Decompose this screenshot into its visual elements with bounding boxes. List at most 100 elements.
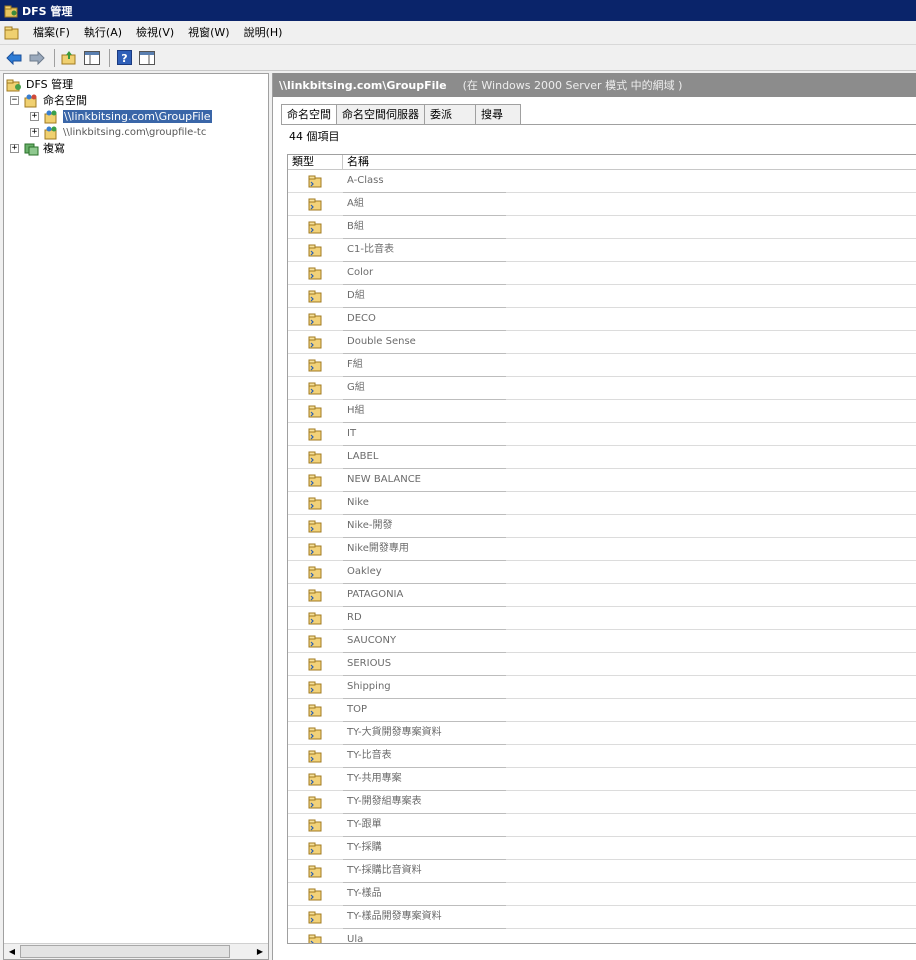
folder-name: TY-樣品開發專案資料	[343, 906, 506, 929]
list-item[interactable]: TOP	[288, 699, 916, 722]
list-item[interactable]: TY-大貨開發專案資料	[288, 722, 916, 745]
namespace-mode: (在 Windows 2000 Server 模式 中的網域 )	[462, 79, 683, 92]
list-item[interactable]: H組	[288, 400, 916, 423]
list-item[interactable]: F組	[288, 354, 916, 377]
list-item[interactable]: SAUCONY	[288, 630, 916, 653]
back-button[interactable]	[4, 48, 24, 68]
folder-name: G組	[343, 377, 506, 400]
toolbar: ?	[0, 45, 916, 71]
folder-link-icon	[288, 933, 343, 943]
tree-item-dfs-root[interactable]: DFS 管理	[6, 76, 73, 92]
folder-name: Oakley	[343, 561, 506, 584]
list-item[interactable]: TY-樣品開發專案資料	[288, 906, 916, 929]
tab-namespace-servers[interactable]: 命名空間伺服器	[336, 104, 425, 124]
list-item[interactable]: Ula	[288, 929, 916, 943]
list-item[interactable]: Nike	[288, 492, 916, 515]
folder-link-icon	[288, 634, 343, 648]
dfs-management-icon	[6, 79, 21, 91]
properties-button[interactable]	[137, 48, 157, 68]
list-item[interactable]: SERIOUS	[288, 653, 916, 676]
list-item[interactable]: TY-採購	[288, 837, 916, 860]
back-icon	[6, 50, 22, 65]
list-item[interactable]: TY-採購比音資料	[288, 860, 916, 883]
tree-label-namespaces: 命名空間	[43, 94, 87, 107]
folder-name: TY-比音表	[343, 745, 506, 768]
window-title: DFS 管理	[22, 4, 73, 18]
tree-item-namespace-groupfile[interactable]: + \\linkbitsing.com\GroupFile	[30, 108, 212, 124]
list-item[interactable]: TY-跟單	[288, 814, 916, 837]
list-item[interactable]: G組	[288, 377, 916, 400]
menu-window[interactable]: 視窗(W)	[181, 23, 236, 43]
expand-toggle[interactable]: +	[10, 143, 19, 153]
folder-name: TY-大貨開發專案資料	[343, 722, 506, 745]
tree-label-root: DFS 管理	[26, 78, 74, 91]
tab-namespace[interactable]: 命名空間	[281, 104, 337, 125]
folder-link-icon	[288, 197, 343, 211]
tab-search[interactable]: 搜尋	[475, 104, 521, 124]
list-item[interactable]: D組	[288, 285, 916, 308]
folder-link-icon	[288, 266, 343, 280]
list-item[interactable]: A-Class	[288, 170, 916, 193]
list-item[interactable]: Nike開發專用	[288, 538, 916, 561]
list-item[interactable]: PATAGONIA	[288, 584, 916, 607]
list-item[interactable]: DECO	[288, 308, 916, 331]
scroll-right-icon[interactable]: ▶	[252, 944, 268, 959]
expand-toggle[interactable]: +	[30, 111, 39, 121]
tree-label-replication: 複寫	[43, 142, 65, 155]
list-item[interactable]: Shipping	[288, 676, 916, 699]
help-button[interactable]: ?	[114, 48, 134, 68]
list-item[interactable]: A組	[288, 193, 916, 216]
list-item[interactable]: C1-比音表	[288, 239, 916, 262]
details-pane: \\linkbitsing.com\GroupFile (在 Windows 2…	[272, 73, 916, 960]
list-item[interactable]: Nike-開發	[288, 515, 916, 538]
toolbar-separator	[109, 48, 110, 67]
folder-link-icon	[288, 657, 343, 671]
list-item[interactable]: TY-共用專案	[288, 768, 916, 791]
folder-link-icon	[288, 910, 343, 924]
properties-icon	[139, 50, 155, 65]
list-item[interactable]: Double Sense	[288, 331, 916, 354]
dfs-app-icon	[4, 5, 18, 17]
list-header: 類型 名稱	[288, 155, 916, 170]
list-item[interactable]: TY-比音表	[288, 745, 916, 768]
up-level-button[interactable]	[59, 48, 79, 68]
folder-name: B組	[343, 216, 506, 239]
folder-name: TOP	[343, 699, 506, 722]
list-item[interactable]: Oakley	[288, 561, 916, 584]
column-header-name[interactable]: 名稱	[343, 155, 369, 169]
list-item[interactable]: NEW BALANCE	[288, 469, 916, 492]
folder-list: 類型 名稱 A-Class A組 B組 C1-比音表 Color D組 DECO Double…	[287, 154, 916, 944]
scroll-left-icon[interactable]: ◀	[4, 944, 20, 959]
tree-item-namespaces[interactable]: − 命名空間	[10, 92, 87, 108]
list-item[interactable]: LABEL	[288, 446, 916, 469]
list-item[interactable]: TY-開發組專案表	[288, 791, 916, 814]
menu-help[interactable]: 說明(H)	[237, 23, 290, 43]
list-item[interactable]: TY-樣品	[288, 883, 916, 906]
list-item[interactable]: RD	[288, 607, 916, 630]
menu-view[interactable]: 檢視(V)	[129, 23, 181, 43]
column-header-type[interactable]: 類型	[288, 155, 343, 169]
expand-toggle[interactable]: +	[30, 127, 39, 137]
menu-file[interactable]: 檔案(F)	[26, 23, 77, 43]
list-item[interactable]: IT	[288, 423, 916, 446]
folder-link-icon	[288, 312, 343, 326]
scroll-thumb[interactable]	[20, 945, 230, 958]
collapse-toggle[interactable]: −	[10, 95, 19, 105]
tab-delegation[interactable]: 委派	[424, 104, 476, 124]
show-hide-tree-button[interactable]	[82, 48, 102, 68]
folder-name: LABEL	[343, 446, 506, 469]
folder-link-icon	[288, 887, 343, 901]
tree-horizontal-scrollbar[interactable]: ◀ ▶	[4, 943, 268, 959]
folder-link-icon	[288, 841, 343, 855]
tree-item-namespace-groupfile-tc[interactable]: + \\linkbitsing.com\groupfile-tc	[30, 124, 206, 140]
tree-item-replication[interactable]: + 複寫	[10, 140, 65, 156]
forward-button[interactable]	[27, 48, 47, 68]
menu-action[interactable]: 執行(A)	[77, 23, 129, 43]
mmc-console-icon[interactable]	[4, 25, 20, 40]
list-item[interactable]: B組	[288, 216, 916, 239]
folder-link-icon	[288, 404, 343, 418]
toolbar-separator	[54, 48, 55, 67]
folder-name: DECO	[343, 308, 506, 331]
list-item[interactable]: Color	[288, 262, 916, 285]
details-header: \\linkbitsing.com\GroupFile (在 Windows 2…	[273, 73, 916, 97]
